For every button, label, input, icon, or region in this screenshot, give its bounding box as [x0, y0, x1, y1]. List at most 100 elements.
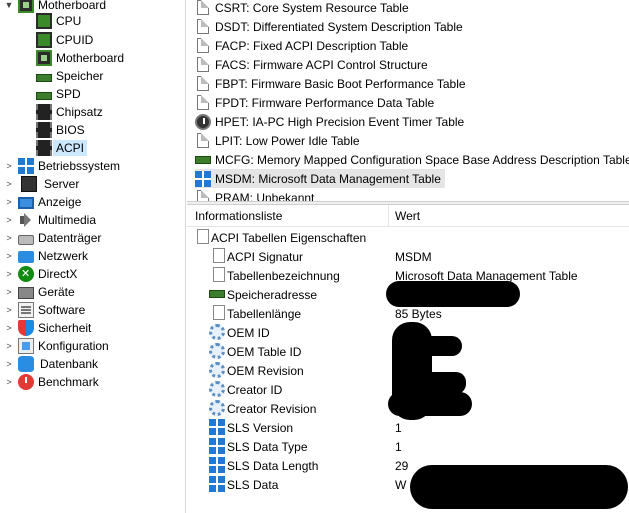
- expand-chevron-icon[interactable]: >: [4, 179, 14, 189]
- expand-chevron-icon[interactable]: >: [4, 341, 14, 351]
- expand-chevron-icon[interactable]: >: [4, 251, 14, 261]
- document-icon: [213, 248, 225, 263]
- tree-item-konfiguration[interactable]: > Konfiguration: [2, 337, 109, 355]
- speaker-icon: [18, 212, 34, 228]
- expand-chevron-icon[interactable]: >: [4, 215, 14, 225]
- redaction-mark: [388, 392, 472, 416]
- expand-chevron-icon[interactable]: >: [4, 377, 14, 387]
- list-item[interactable]: FACS: Firmware ACPI Control Structure: [195, 55, 428, 74]
- list-item[interactable]: LPIT: Low Power Idle Table: [195, 131, 360, 150]
- acpi-icon: [36, 140, 52, 156]
- expand-chevron-icon[interactable]: >: [4, 197, 14, 207]
- tree-item-cpuid[interactable]: CPUID: [36, 31, 93, 49]
- tree-item-sicherheit[interactable]: > Sicherheit: [2, 319, 91, 337]
- windows-icon: [209, 419, 225, 435]
- tree-item-multimedia[interactable]: > Multimedia: [2, 211, 96, 229]
- table-row[interactable]: SLS Data Type 1: [187, 437, 629, 456]
- document-icon: [213, 305, 225, 320]
- list-item-selected[interactable]: MSDM: Microsoft Data Management Table: [195, 169, 445, 188]
- expand-chevron-icon[interactable]: >: [4, 323, 14, 333]
- list-item[interactable]: PRAM: Unbekannt: [195, 188, 314, 201]
- spd-icon: [36, 92, 52, 100]
- memory-icon: [195, 155, 211, 164]
- tree-item-anzeige[interactable]: > Anzeige: [2, 193, 81, 211]
- tree-item-datentraeger[interactable]: > Datenträger: [2, 229, 101, 247]
- column-header-field[interactable]: Informationsliste: [195, 209, 282, 223]
- list-item[interactable]: DSDT: Differentiated System Description …: [195, 17, 463, 36]
- list-item-label: FACS: Firmware ACPI Control Structure: [215, 57, 428, 72]
- group-header-row[interactable]: ACPI Tabellen Eigenschaften: [187, 228, 629, 247]
- row-name: SLS Data: [227, 478, 279, 492]
- acpi-table-list: CSRT: Core System Resource Table DSDT: D…: [187, 0, 629, 201]
- tree-item-label: Geräte: [38, 285, 75, 299]
- windows-icon: [209, 438, 225, 454]
- tree-item-spd[interactable]: SPD: [36, 85, 81, 103]
- list-item[interactable]: FBPT: Firmware Basic Boot Performance Ta…: [195, 74, 466, 93]
- tree-item-label: Speicher: [56, 69, 104, 83]
- tree-item-label: Benchmark: [38, 375, 99, 389]
- document-icon: [197, 229, 209, 244]
- clock-icon: [195, 113, 211, 130]
- expand-chevron-icon[interactable]: >: [4, 287, 14, 297]
- tree-item-label: Netzwerk: [38, 249, 89, 263]
- row-name: Tabellenbezeichnung: [227, 269, 340, 283]
- tree-item-label: CPUID: [56, 33, 94, 47]
- list-item[interactable]: HPET: IA-PC High Precision Event Timer T…: [195, 112, 464, 131]
- motherboard-icon: [36, 50, 52, 66]
- tree-item-betriebssystem[interactable]: > Betriebssystem: [2, 157, 120, 175]
- table-row[interactable]: ACPI Signatur MSDM: [187, 247, 629, 266]
- document-icon: [197, 38, 209, 53]
- list-item-label: CSRT: Core System Resource Table: [215, 0, 409, 15]
- tree-item-server[interactable]: > Server: [2, 175, 79, 193]
- column-header-value[interactable]: Wert: [395, 209, 420, 223]
- gear-icon: [209, 324, 225, 340]
- document-icon: [197, 19, 209, 34]
- tree-item-label: ACPI: [53, 140, 88, 156]
- list-item[interactable]: MCFG: Memory Mapped Configuration Space …: [195, 150, 629, 169]
- list-item-label: PRAM: Unbekannt: [215, 190, 315, 202]
- memory-icon: [209, 290, 225, 298]
- tree-item-motherboard[interactable]: Motherboard: [36, 49, 124, 67]
- row-name: OEM Table ID: [227, 345, 302, 359]
- tree-item-directx[interactable]: > DirectX: [2, 265, 77, 283]
- redaction-mark: [410, 465, 628, 509]
- row-name: Speicheradresse: [227, 288, 318, 302]
- row-value: 29: [395, 459, 409, 473]
- disk-icon: [18, 234, 34, 245]
- tree-item-speicher[interactable]: Speicher: [36, 67, 103, 85]
- list-item-label: FBPT: Firmware Basic Boot Performance Ta…: [215, 76, 466, 91]
- row-name: ACPI Signatur: [227, 250, 304, 264]
- tree-item-cpu[interactable]: CPU: [36, 12, 81, 30]
- column-divider[interactable]: [388, 205, 389, 227]
- tree-item-label: Motherboard: [56, 51, 125, 65]
- tree-item-benchmark[interactable]: > Benchmark: [2, 373, 99, 391]
- tree-item-netzwerk[interactable]: > Netzwerk: [2, 247, 88, 265]
- row-name: OEM Revision: [227, 364, 304, 378]
- tree-item-label: Sicherheit: [38, 321, 92, 335]
- list-item[interactable]: FACP: Fixed ACPI Description Table: [195, 36, 408, 55]
- expand-chevron-icon[interactable]: >: [4, 305, 14, 315]
- tree-item-label: Anzeige: [38, 195, 82, 209]
- tree-item-geraete[interactable]: > Geräte: [2, 283, 75, 301]
- row-name: SLS Data Length: [227, 459, 319, 473]
- expand-chevron-icon[interactable]: >: [4, 233, 14, 243]
- tree-item-bios[interactable]: BIOS: [36, 121, 85, 139]
- tree-item-acpi[interactable]: ACPI: [36, 139, 88, 157]
- tree-item-datenbank[interactable]: > Datenbank: [2, 355, 98, 373]
- list-item[interactable]: FPDT: Firmware Performance Data Table: [195, 93, 434, 112]
- table-row[interactable]: SLS Version 1: [187, 418, 629, 437]
- cpuid-icon: [36, 32, 52, 48]
- tree-item-chipsatz[interactable]: Chipsatz: [36, 103, 103, 121]
- list-item[interactable]: CSRT: Core System Resource Table: [195, 0, 409, 17]
- expand-chevron-icon[interactable]: >: [4, 161, 14, 171]
- expand-chevron-icon[interactable]: >: [4, 269, 14, 279]
- bios-icon: [36, 122, 52, 138]
- expand-chevron-icon[interactable]: >: [4, 359, 14, 369]
- tree-item-software[interactable]: > Software: [2, 301, 85, 319]
- details-header: Informationsliste Wert: [187, 205, 629, 227]
- navigation-tree: ▼ Motherboard CPU CPUID Motherboard Spei…: [0, 0, 186, 513]
- list-item-label: MSDM: Microsoft Data Management Table: [215, 171, 441, 186]
- document-icon: [197, 57, 209, 72]
- collapse-chevron-icon[interactable]: ▼: [4, 0, 14, 10]
- list-item-label: MCFG: Memory Mapped Configuration Space …: [215, 152, 629, 167]
